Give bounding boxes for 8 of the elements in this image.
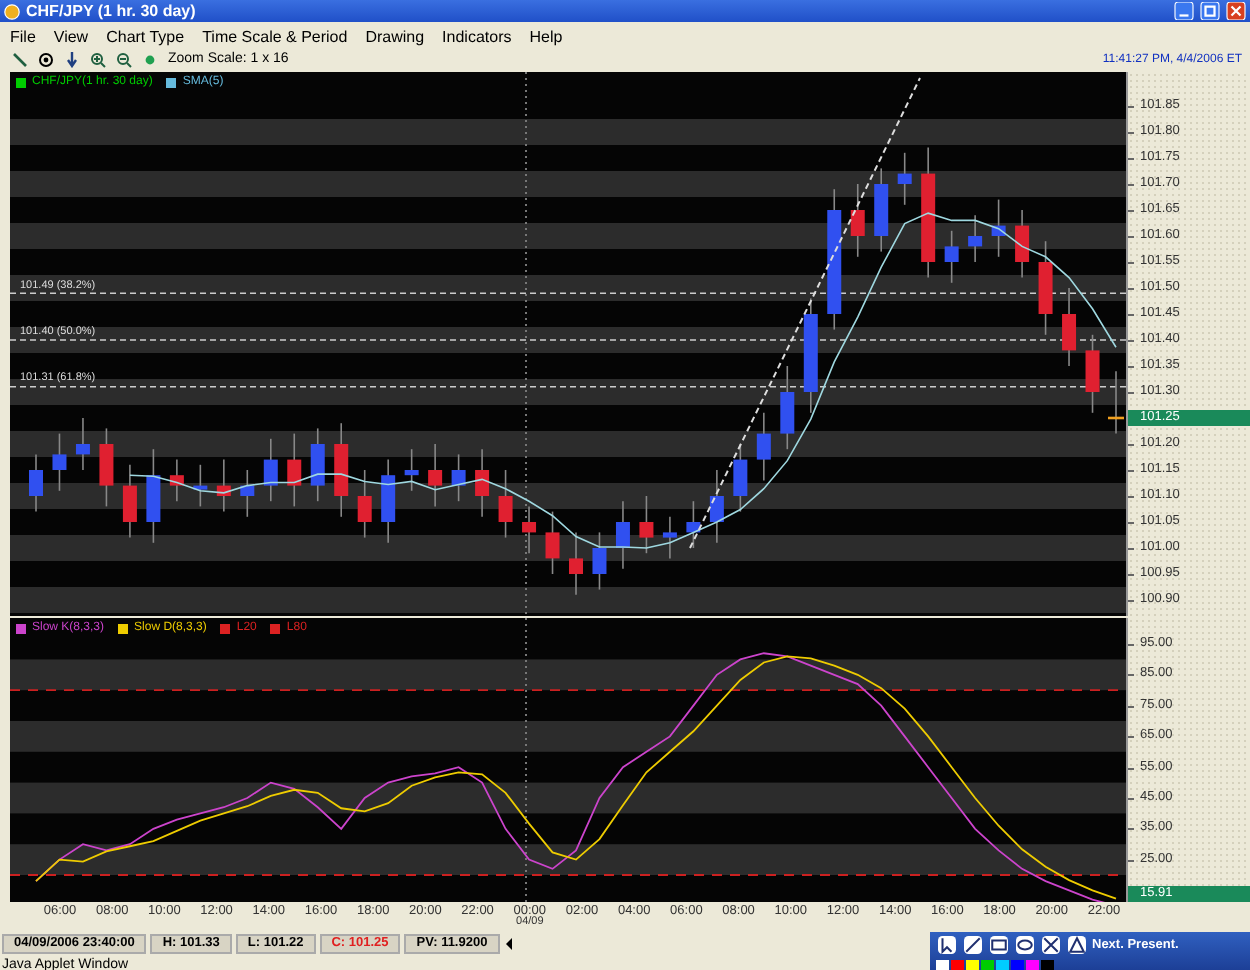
menu-item[interactable]: Drawing (359, 27, 437, 45)
menu-item[interactable]: Time Scale & Period (196, 27, 360, 45)
menu-item[interactable]: Chart Type (100, 27, 197, 45)
menu-item[interactable]: View (47, 27, 101, 45)
menu-item[interactable]: File (4, 27, 48, 45)
window-title: CHF/JPY (1 hr. 30 day) (26, 2, 198, 20)
menu-item[interactable]: Indicators (436, 27, 524, 45)
menu-item[interactable]: Help (523, 27, 575, 45)
